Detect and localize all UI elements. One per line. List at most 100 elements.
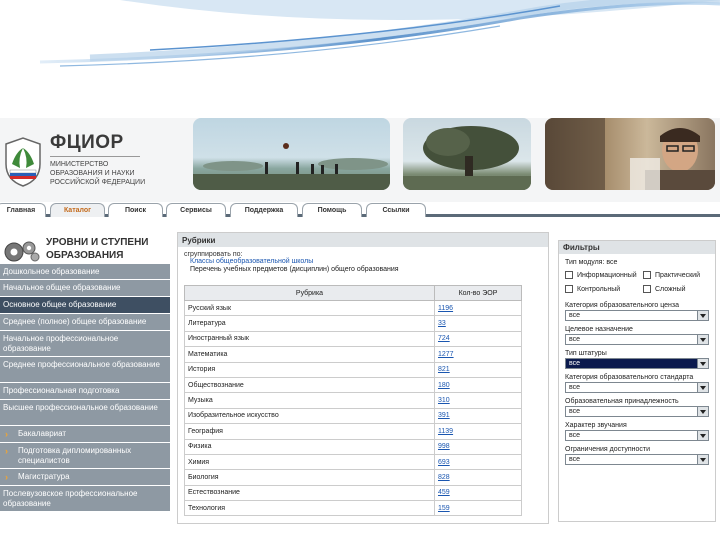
tab-support[interactable]: Поддержка [230, 203, 298, 217]
tab-help[interactable]: Помощь [302, 203, 362, 217]
rubric-count-link[interactable]: 1277 [434, 346, 522, 363]
rubric-count-link[interactable]: 159 [434, 500, 522, 517]
education-levels-sidebar: УРОВНИ И СТУПЕНИ ОБРАЗОВАНИЯ Дошкольное … [0, 220, 170, 540]
filter-select[interactable]: все [565, 430, 709, 441]
rubric-count-link[interactable]: 828 [434, 469, 522, 486]
sidebar-item-basic-general[interactable]: Основное общее образование [0, 297, 170, 314]
rubric-count-link[interactable]: 998 [434, 438, 522, 455]
sidebar-item-higher[interactable]: Высшее профессиональное образование [0, 400, 170, 426]
logo[interactable]: ФЦИОР МИНИСТЕРСТВО ОБРАЗОВАНИЯ И НАУКИ Р… [0, 124, 180, 200]
dropdown-arrow-icon[interactable] [697, 383, 708, 392]
filter-select-value: все [569, 408, 581, 415]
rubric-name: Биология [184, 469, 435, 486]
filter-select[interactable]: все [565, 454, 709, 465]
rubric-name: Музыка [184, 392, 435, 409]
col-count-header: Кол-во ЭОР [434, 285, 522, 301]
rubric-count-link[interactable]: 310 [434, 392, 522, 409]
sidebar-item-secondary-vocational[interactable]: Среднее профессиональное образование [0, 357, 170, 383]
rubric-count-link[interactable]: 391 [434, 407, 522, 425]
checkbox[interactable] [565, 285, 573, 294]
sidebar-item-master[interactable]: › Магистратура [0, 469, 170, 486]
sidebar-item-preschool[interactable]: Дошкольное образование [0, 264, 170, 280]
sidebar-item-bachelor[interactable]: › Бакалавриат [0, 426, 170, 443]
check-practical[interactable]: Практический [643, 271, 700, 280]
dropdown-arrow-icon[interactable] [697, 431, 708, 440]
header-photo-beach [193, 118, 390, 190]
checkbox[interactable] [643, 271, 651, 280]
check-complex[interactable]: Сложный [643, 285, 686, 294]
filter-select[interactable]: все [565, 358, 709, 369]
sidebar-list: Дошкольное образование Начальное общее о… [0, 264, 170, 512]
module-type-label: Тип модуля: все [565, 259, 618, 266]
dropdown-arrow-icon[interactable] [697, 335, 708, 344]
table-row: Музыка 310 [184, 392, 522, 409]
sidebar-item-specialist[interactable]: › Подготовка дипломированных специалисто… [0, 443, 170, 469]
dropdown-arrow-icon[interactable] [697, 455, 708, 464]
table-row: Естествознание 459 [184, 484, 522, 502]
sidebar-item-initial-vocational[interactable]: Начальное профессиональное образование [0, 331, 170, 357]
rubric-count-link[interactable]: 821 [434, 361, 522, 378]
dropdown-arrow-icon[interactable] [697, 407, 708, 416]
rubrics-table: Рубрика Кол-во ЭОР Русский язык 1196 Литер… [184, 285, 522, 517]
module-type-checks: Информационный Практический Контрольный Сл… [565, 269, 709, 297]
filter-select[interactable]: все [565, 406, 709, 417]
rubric-count-link[interactable]: 1196 [434, 299, 522, 317]
table-row: Русский язык 1196 [184, 299, 522, 317]
dropdown-arrow-icon[interactable] [697, 359, 708, 368]
sidebar-item-secondary-full[interactable]: Среднее (полное) общее образование [0, 314, 170, 331]
filter-select[interactable]: все [565, 334, 709, 345]
rubrics-table-body: Русский язык 1196 Литература 33 Иностранный … [184, 299, 522, 517]
filter-select-value: все [569, 456, 581, 463]
dropdown-arrow-icon[interactable] [697, 311, 708, 320]
tab-search[interactable]: Поиск [108, 203, 163, 217]
chevron-right-icon: › [5, 429, 8, 439]
table-row: Математика 1277 [184, 346, 522, 363]
table-row: Изобразительное искусство 391 [184, 407, 522, 425]
rubric-name: Технология [184, 500, 435, 517]
sidebar-item-primary[interactable]: Начальное общее образование [0, 280, 170, 297]
tab-home[interactable]: Главная [0, 203, 46, 217]
check-control[interactable]: Контрольный [565, 283, 643, 297]
rubric-name: Физика [184, 438, 435, 455]
rubric-name: Иностранный язык [184, 330, 435, 348]
main-nav-tabs: Главная Каталог Поиск Сервисы Поддержка … [0, 201, 720, 217]
filter-label: Категория образовательного ценза [565, 302, 679, 309]
filter-fields: Категория образовательного ценза все Целев… [559, 302, 715, 465]
tab-links[interactable]: Ссылки [366, 203, 426, 217]
tab-services[interactable]: Сервисы [166, 203, 226, 217]
site-header: ФЦИОР МИНИСТЕРСТВО ОБРАЗОВАНИЯ И НАУКИ Р… [0, 118, 720, 202]
filter-select[interactable]: все [565, 310, 709, 321]
filter-select-value: все [569, 384, 581, 391]
emblem-icon [5, 137, 41, 187]
rubrics-panel: Рубрики сгруппировать по: Классы общеобр… [177, 232, 549, 524]
filter-select-value: все [569, 360, 581, 367]
rubric-name: Русский язык [184, 299, 435, 317]
rubric-count-link[interactable]: 724 [434, 330, 522, 348]
col-rubric-header: Рубрика [184, 285, 435, 301]
rubric-count-link[interactable]: 180 [434, 376, 522, 394]
rubric-count-link[interactable]: 459 [434, 484, 522, 502]
rubric-count-link[interactable]: 1139 [434, 423, 522, 440]
tab-catalog[interactable]: Каталог [50, 203, 105, 217]
sidebar-item-vocational-training[interactable]: Профессиональная подготовка [0, 383, 170, 400]
logo-title: ФЦИОР [50, 132, 124, 153]
group-by-subjects: Перечень учебных предметов (дисциплин) о… [190, 266, 399, 273]
group-by-classes-link[interactable]: Классы общеобразовательной школы [178, 258, 548, 265]
filter-select-value: все [569, 432, 581, 439]
rubric-count-link[interactable]: 33 [434, 315, 522, 332]
checkbox[interactable] [565, 271, 573, 280]
checkbox[interactable] [643, 285, 651, 294]
cogs-icon [4, 241, 40, 262]
rubric-count-link[interactable]: 693 [434, 453, 522, 471]
check-informational[interactable]: Информационный [565, 269, 643, 283]
filters-title: Фильтры [559, 241, 715, 254]
rubric-name: Естествознание [184, 484, 435, 502]
filter-label: Тип штатуры [565, 350, 607, 357]
table-row: Иностранный язык 724 [184, 330, 522, 348]
rubric-name: Химия [184, 453, 435, 471]
table-row: Литература 33 [184, 315, 522, 332]
sidebar-item-postgraduate[interactable]: Послевузовское профессиональное образова… [0, 486, 170, 512]
filter-select[interactable]: все [565, 382, 709, 393]
rubric-name: География [184, 423, 435, 440]
rubric-name: Изобразительное искусство [184, 407, 435, 425]
